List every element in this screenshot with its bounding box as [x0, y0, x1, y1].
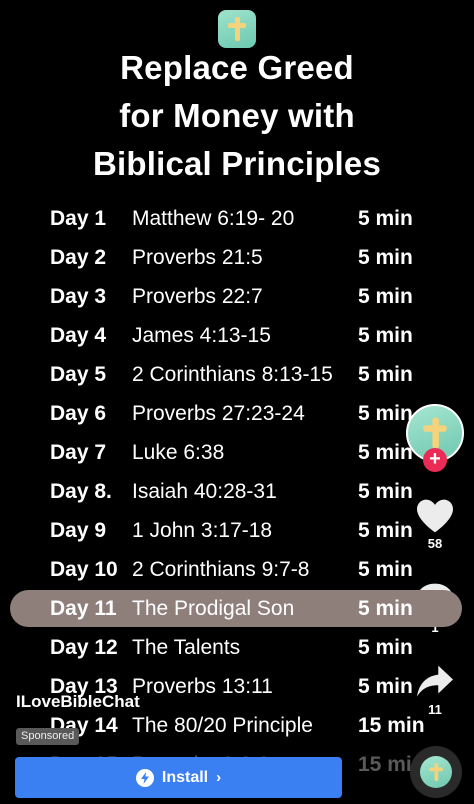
day-label: Day 7	[50, 441, 107, 464]
creator-username[interactable]: ILoveBibleChat	[16, 692, 140, 712]
plan-row: Day 1 Matthew 6:19- 20 5 min	[0, 199, 474, 238]
day-label: Day 2	[50, 246, 107, 269]
duration: 5 min	[358, 441, 413, 464]
title-line-2: for Money with	[119, 97, 355, 134]
share-button[interactable]: 11	[410, 664, 460, 717]
duration: 5 min	[358, 519, 413, 542]
plan-row: Day 8. Isaiah 40:28-31 5 min	[0, 472, 474, 511]
duration: 5 min	[358, 675, 413, 698]
duration: 5 min	[358, 636, 413, 659]
plan-row: Day 7 Luke 6:38 5 min	[0, 433, 474, 472]
duration: 5 min	[358, 285, 413, 308]
plan-row: Day 10 2 Corinthians 9:7-8 5 min	[0, 550, 474, 589]
music-disc[interactable]	[410, 746, 462, 798]
day-label: Day 10	[50, 558, 118, 581]
cross-icon	[423, 417, 447, 449]
duration: 5 min	[358, 363, 413, 386]
day-label: Day 9	[50, 519, 107, 542]
day-label: Day 6	[50, 402, 107, 425]
share-arrow-icon	[417, 665, 453, 697]
like-count: 58	[427, 536, 443, 551]
plan-row: Day 2 Proverbs 21:5 5 min	[0, 238, 474, 277]
scripture-ref: Proverbs 13:11	[132, 675, 273, 698]
scripture-ref: Proverbs 22:7	[132, 285, 263, 308]
scripture-ref: The 80/20 Principle	[132, 714, 313, 737]
bolt-icon	[135, 768, 154, 787]
app-logo-icon	[218, 10, 256, 48]
install-button[interactable]: Install ›	[15, 757, 342, 798]
day-label: Day 1	[50, 207, 107, 230]
install-label: Install	[161, 768, 209, 786]
duration: 5 min	[358, 597, 413, 620]
scripture-ref: Luke 6:38	[132, 441, 225, 464]
day-label: Day 3	[50, 285, 107, 308]
title-line-1: Replace Greed	[120, 49, 354, 86]
plan-row: Day 6 Proverbs 27:23-24 5 min	[0, 394, 474, 433]
duration: 5 min	[358, 402, 413, 425]
duration: 5 min	[358, 324, 413, 347]
day-label: Day 11	[50, 597, 117, 620]
day-label: Day 5	[50, 363, 107, 386]
scripture-ref: 1 John 3:17-18	[132, 519, 273, 542]
cross-icon	[228, 17, 246, 41]
scripture-ref: 2 Corinthians 8:13-15	[132, 363, 333, 386]
scripture-ref: Proverbs 27:23-24	[132, 402, 305, 425]
plan-row: Day 3 Proverbs 22:7 5 min	[0, 277, 474, 316]
scripture-ref: 2 Corinthians 9:7-8	[132, 558, 310, 581]
scripture-ref: The Talents	[132, 636, 241, 659]
plan-row: Day 4 James 4:13-15 5 min	[0, 316, 474, 355]
cross-icon	[429, 763, 443, 781]
heart-icon	[417, 499, 453, 533]
day-label: Day 8.	[50, 480, 112, 503]
duration: 5 min	[358, 558, 413, 581]
plan-row-highlighted: Day 11 The Prodigal Son 5 min	[0, 589, 474, 628]
title-line-3: Biblical Principles	[92, 145, 382, 182]
disc-cover	[420, 756, 452, 788]
plan-row: Day 5 2 Corinthians 8:13-15 5 min	[0, 355, 474, 394]
duration: 5 min	[358, 246, 413, 269]
share-count: 11	[428, 702, 442, 717]
follow-button[interactable]: +	[423, 448, 447, 472]
sponsored-badge: Sponsored	[16, 728, 80, 745]
chevron-right-icon: ›	[216, 769, 222, 786]
scripture-ref: James 4:13-15	[132, 324, 271, 347]
scripture-ref: Matthew 6:19- 20	[132, 207, 295, 230]
scripture-ref: The Prodigal Son	[132, 597, 295, 620]
plan-row: Day 9 1 John 3:17-18 5 min	[0, 511, 474, 550]
scripture-ref: Isaiah 40:28-31	[132, 480, 277, 503]
scripture-ref: Proverbs 21:5	[132, 246, 263, 269]
video-title: Replace Greed for Money with Biblical Pr…	[0, 44, 474, 188]
day-label: Day 4	[50, 324, 107, 347]
plan-row: Day 12 The Talents 5 min	[0, 628, 474, 667]
duration: 5 min	[358, 207, 413, 230]
day-label: Day 12	[50, 636, 118, 659]
duration: 5 min	[358, 480, 413, 503]
like-button[interactable]: 58	[410, 498, 460, 551]
